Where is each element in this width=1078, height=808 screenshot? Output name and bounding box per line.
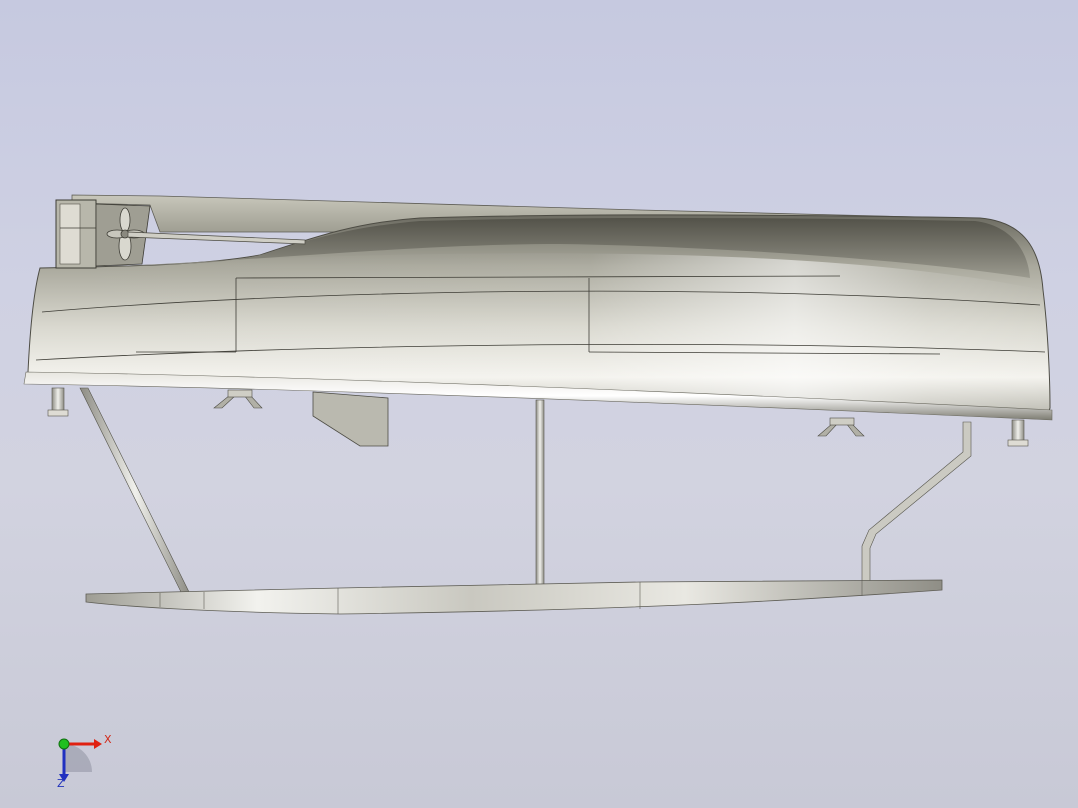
keel-fin[interactable] [312, 391, 389, 447]
triad-z-label: Z [57, 777, 65, 790]
hydrofoil[interactable] [85, 579, 943, 615]
motor-bracket-face [59, 203, 81, 265]
mount-bracket-front[interactable] [213, 389, 263, 409]
cad-model-scene[interactable] [0, 0, 1078, 808]
strut-bent[interactable] [861, 421, 972, 583]
coordinate-triad[interactable]: X Z [48, 728, 118, 792]
strut-diagonal[interactable] [79, 387, 191, 595]
drive-shaft[interactable] [127, 231, 306, 245]
hull-foot-right[interactable] [1007, 419, 1029, 447]
strut-vertical[interactable] [535, 399, 545, 587]
graphics-viewport[interactable]: X Z [0, 0, 1078, 808]
hull-foot-left[interactable] [47, 387, 69, 417]
triad-x-label: X [104, 733, 112, 746]
mount-bracket-rear[interactable] [817, 417, 865, 437]
